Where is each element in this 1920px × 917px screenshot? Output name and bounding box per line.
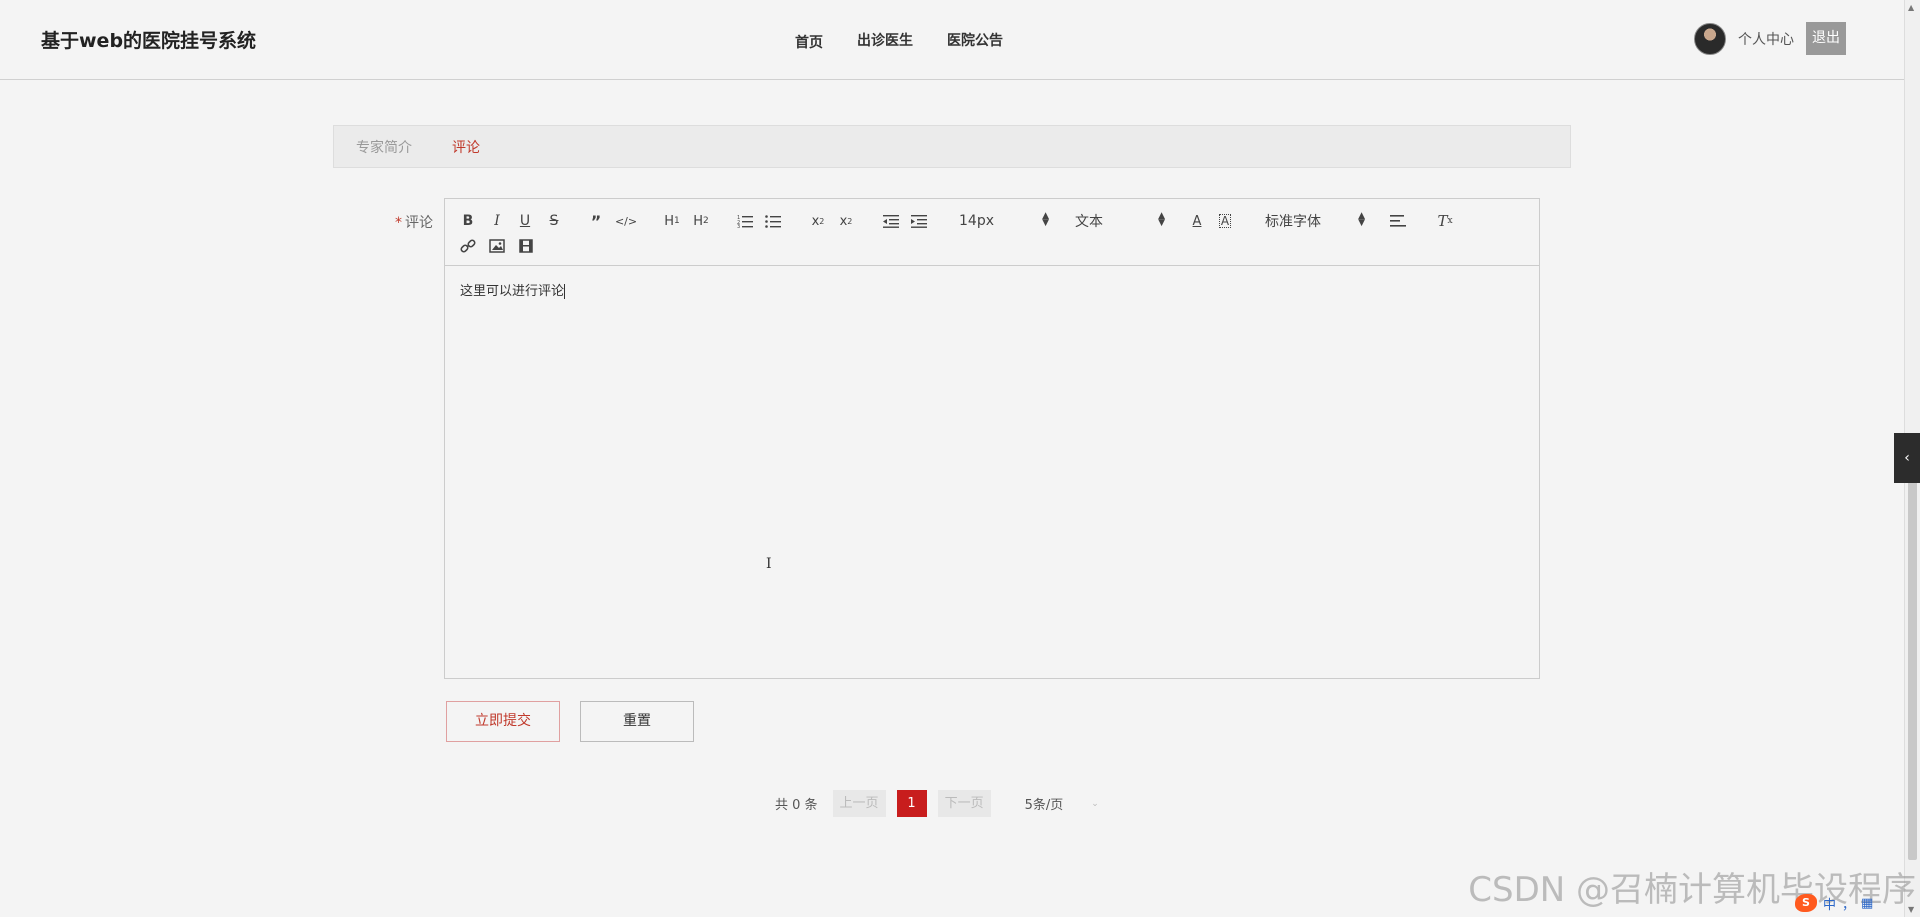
outdent-icon[interactable] [881, 211, 901, 231]
page-size-select[interactable]: 5条/页 ⌄ [1025, 794, 1099, 813]
heading2-icon[interactable]: H2 [690, 211, 712, 231]
mouse-cursor-icon: I [766, 556, 772, 572]
tab-comments[interactable]: 评论 [452, 137, 480, 157]
comment-label: * 评论 [385, 212, 433, 232]
header-select-value: 文本 [1075, 214, 1103, 230]
ime-punctuation: ， [1842, 897, 1856, 913]
logout-button[interactable]: 退出 [1806, 22, 1846, 55]
background-color-icon[interactable]: A [1216, 211, 1234, 231]
chevron-down-icon: ⌄ [1091, 798, 1099, 809]
heading1-icon[interactable]: H1 [661, 211, 683, 231]
indent-icon[interactable] [909, 211, 929, 231]
submit-button[interactable]: 立即提交 [446, 701, 560, 742]
tab-expert-intro[interactable]: 专家简介 [356, 137, 412, 157]
user-area: 个人中心 退出 [1694, 22, 1846, 55]
nav-doctors[interactable]: 出诊医生 [857, 30, 913, 52]
scrollbar-thumb[interactable] [1908, 480, 1917, 860]
page-number-button[interactable]: 1 [896, 790, 927, 817]
select-arrows-icon: ▲ ▼ [1358, 211, 1365, 228]
header-select[interactable]: 文本 ▲ ▼ [1075, 211, 1165, 231]
main-nav: 首页 出诊医生 医院公告 [795, 30, 1037, 52]
text-caret [564, 284, 566, 299]
link-icon[interactable] [458, 236, 478, 256]
prev-page-button[interactable]: 上一页 [832, 790, 886, 817]
nav-announcements[interactable]: 医院公告 [947, 30, 1003, 52]
ime-toolbar[interactable]: S 中 ， ▦ [1795, 892, 1879, 914]
video-icon[interactable] [516, 236, 536, 256]
bullet-list-icon[interactable] [763, 211, 783, 231]
ime-language: 中 [1823, 897, 1837, 913]
clear-format-icon[interactable]: Tx [1434, 211, 1456, 231]
code-block-icon[interactable]: </> [615, 211, 637, 231]
svg-text:3: 3 [737, 224, 740, 228]
required-mark: * [395, 215, 402, 231]
ime-logo-icon: S [1795, 894, 1817, 912]
comment-editor-area[interactable]: 这里可以进行评论 [445, 266, 1539, 313]
pagination-total: 共 0 条 [775, 798, 818, 813]
superscript-icon[interactable]: x2 [836, 211, 856, 231]
nav-home[interactable]: 首页 [795, 32, 823, 52]
ime-menu-icon: ▦ [1861, 895, 1874, 911]
blockquote-icon[interactable]: ” [587, 211, 605, 231]
ordered-list-icon[interactable]: 123 [735, 211, 755, 231]
font-family-select[interactable]: 标准字体 ▲ ▼ [1265, 211, 1365, 231]
detail-tabs: 专家简介 评论 [333, 125, 1571, 168]
chevron-left-icon: ‹ [1904, 450, 1910, 466]
pagination: 共 0 条 上一页 1 下一页 5条/页 ⌄ [775, 790, 1099, 817]
subscript-icon[interactable]: x2 [808, 211, 828, 231]
comment-label-text: 评论 [405, 215, 433, 231]
comment-text: 这里可以进行评论 [460, 284, 565, 299]
rich-text-editor: B I U S ” </> H1 H2 123 x2 x2 14px ▲ ▼ 文本… [444, 198, 1540, 679]
font-size-select[interactable]: 14px ▲ ▼ [959, 211, 1049, 231]
top-header: 基于web的医院挂号系统 首页 出诊医生 医院公告 个人中心 退出 [0, 0, 1904, 80]
side-panel-toggle[interactable]: ‹ [1894, 433, 1920, 483]
font-size-value: 14px [959, 213, 994, 229]
user-center-link[interactable]: 个人中心 [1738, 29, 1794, 49]
image-icon[interactable] [487, 236, 507, 256]
avatar[interactable] [1694, 22, 1726, 55]
editor-toolbar: B I U S ” </> H1 H2 123 x2 x2 14px ▲ ▼ 文本… [445, 199, 1539, 266]
select-arrows-icon: ▲ ▼ [1158, 211, 1165, 228]
select-arrows-icon: ▲ ▼ [1042, 211, 1049, 228]
align-icon[interactable] [1388, 211, 1408, 231]
font-family-value: 标准字体 [1265, 214, 1321, 230]
italic-icon[interactable]: I [488, 211, 506, 231]
underline-icon[interactable]: U [516, 211, 534, 231]
strike-icon[interactable]: S [545, 211, 563, 231]
scroll-up-icon[interactable]: ▲ [1908, 3, 1914, 12]
reset-button[interactable]: 重置 [580, 701, 694, 742]
next-page-button[interactable]: 下一页 [937, 790, 991, 817]
bold-icon[interactable]: B [459, 211, 477, 231]
page-size-value: 5条/页 [1024, 798, 1064, 813]
font-color-icon[interactable]: A [1188, 211, 1206, 231]
site-title: 基于web的医院挂号系统 [41, 30, 257, 52]
